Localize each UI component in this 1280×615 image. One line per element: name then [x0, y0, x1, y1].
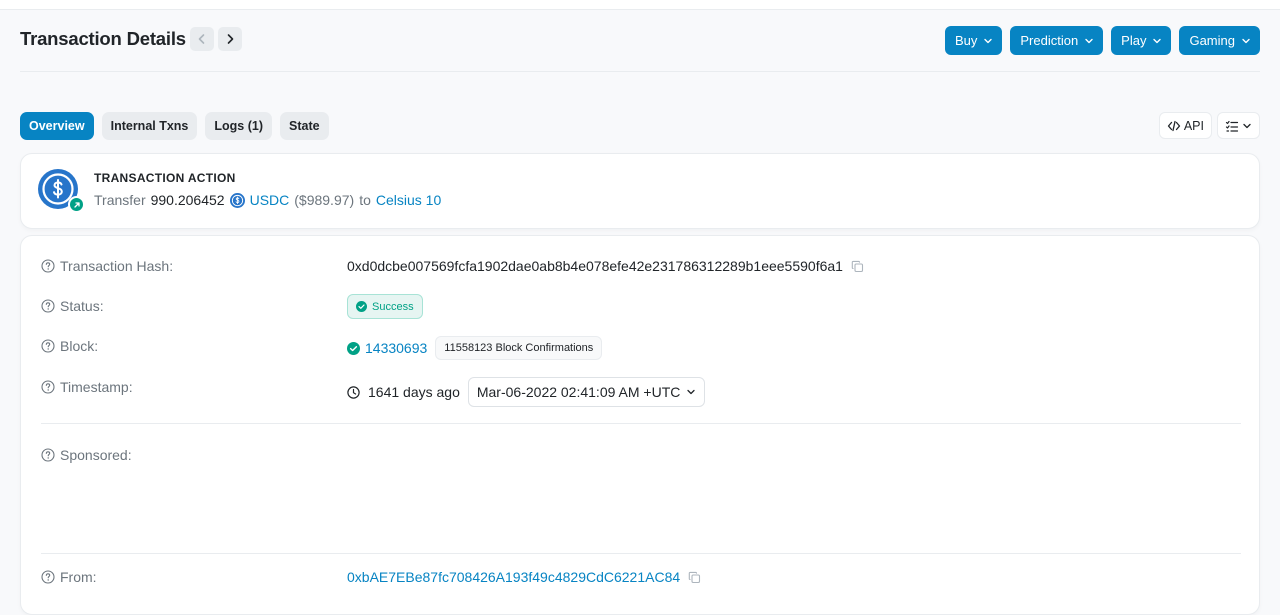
question-circle-icon[interactable] [41, 339, 55, 353]
to-word: to [359, 192, 371, 208]
check-circle-icon [347, 341, 360, 355]
timestamp-age: 1641 days ago [368, 384, 460, 400]
timestamp-text: Mar-06-2022 02:41:09 AM +UTC [476, 384, 681, 400]
menu-label: Play [1121, 33, 1147, 48]
status-text: Success [372, 300, 414, 313]
confirmations-badge: 11558123 Block Confirmations [435, 336, 603, 360]
list-check-icon [1225, 120, 1239, 132]
question-circle-icon[interactable] [41, 380, 55, 394]
usd-value: ($989.97) [294, 192, 355, 208]
tab-overview[interactable]: Overview [20, 112, 94, 140]
transfer-amount: 990.206452 [150, 192, 225, 208]
block-number-link[interactable]: 14330693 [347, 340, 427, 356]
clock-icon [347, 385, 360, 399]
api-button[interactable]: API [1158, 112, 1212, 139]
top-bar [0, 0, 1280, 10]
outgoing-arrow-icon [68, 196, 85, 213]
block-label-group: Block: [41, 338, 98, 354]
chevron-down-icon [1153, 38, 1162, 43]
question-circle-icon[interactable] [41, 448, 55, 462]
tab-internal-txns[interactable]: Internal Txns [101, 112, 198, 140]
question-circle-icon[interactable] [41, 259, 55, 273]
page-title: Transaction Details [20, 28, 186, 49]
section-divider [41, 553, 1241, 554]
play-menu-button[interactable]: Play [1111, 26, 1172, 55]
status-badge: Success [347, 294, 423, 319]
prediction-menu-button[interactable]: Prediction [1010, 26, 1104, 55]
code-icon [1167, 120, 1180, 131]
timestamp-label: Timestamp: [60, 379, 133, 395]
chevron-down-icon [1085, 38, 1093, 43]
transaction-hash: 0xd0dcbe007569fcfa1902dae0ab8b4e078efe42… [347, 258, 843, 274]
previous-transaction-button[interactable] [190, 27, 214, 51]
sponsored-label: Sponsored: [60, 447, 132, 463]
section-divider [41, 423, 1241, 424]
next-transaction-button[interactable] [218, 27, 242, 51]
tab-state[interactable]: State [280, 112, 329, 140]
page-header: Transaction Details Buy Prediction Play … [20, 26, 1260, 56]
block-label: Block: [60, 338, 99, 354]
usdc-small-icon [229, 192, 245, 208]
hash-value-group: 0xd0dcbe007569fcfa1902dae0ab8b4e078efe42… [347, 258, 864, 274]
buy-menu-button[interactable]: Buy [944, 26, 1003, 55]
tab-logs[interactable]: Logs (1) [205, 112, 272, 140]
transaction-details-card: Transaction Hash: 0xd0dcbe007569fcfa1902… [20, 235, 1260, 615]
more-options-button[interactable] [1217, 112, 1260, 139]
recipient-link[interactable]: Celsius 10 [376, 192, 441, 208]
from-value-group: 0xbAE7EBe87fc708426A193f49c4829CdC6221AC… [347, 569, 701, 585]
menu-label: Buy [954, 33, 978, 48]
menu-label: Gaming [1189, 33, 1235, 48]
copy-icon[interactable] [688, 571, 701, 584]
check-circle-icon [356, 301, 367, 312]
block-number: 14330693 [365, 340, 428, 356]
action-verb: Transfer [94, 192, 146, 208]
detail-tabs: Overview Internal Txns Logs (1) State [20, 112, 329, 140]
timestamp-label-group: Timestamp: [41, 379, 133, 395]
header-menus: Buy Prediction Play Gaming [944, 26, 1260, 55]
chevron-left-icon [198, 34, 205, 44]
timestamp-format-select[interactable]: Mar-06-2022 02:41:09 AM +UTC [467, 377, 706, 407]
chevron-down-icon [687, 389, 696, 395]
status-label-group: Status: [41, 298, 104, 314]
header-divider [20, 71, 1260, 72]
question-circle-icon[interactable] [41, 570, 55, 584]
api-label: API [1183, 118, 1204, 133]
from-label-group: From: [41, 569, 97, 585]
status-label: Status: [60, 298, 104, 314]
from-label: From: [60, 569, 97, 585]
timestamp-value-group: 1641 days ago Mar-06-2022 02:41:09 AM +U… [347, 377, 706, 407]
question-circle-icon[interactable] [41, 299, 55, 313]
token-link[interactable]: USDC [250, 192, 290, 208]
chevron-right-icon [227, 34, 234, 44]
transaction-action-title: TRANSACTION ACTION [94, 171, 236, 185]
from-address-link[interactable]: 0xbAE7EBe87fc708426A193f49c4829CdC6221AC… [347, 569, 680, 585]
block-value-group: 14330693 11558123 Block Confirmations [347, 336, 603, 360]
transaction-action-card: TRANSACTION ACTION Transfer 990.206452 U… [20, 153, 1260, 229]
sponsored-label-group: Sponsored: [41, 447, 132, 463]
gaming-menu-button[interactable]: Gaming [1179, 26, 1260, 55]
chevron-down-icon [984, 38, 993, 43]
transaction-action-summary: Transfer 990.206452 USDC ($989.97) to Ce… [94, 192, 441, 208]
chevron-down-icon [1242, 38, 1250, 43]
menu-label: Prediction [1020, 33, 1079, 48]
hash-label-group: Transaction Hash: [41, 258, 173, 274]
copy-icon[interactable] [851, 260, 864, 273]
status-value-group: Success [347, 294, 423, 319]
hash-label: Transaction Hash: [60, 258, 174, 274]
chevron-down-icon [1243, 123, 1251, 128]
tab-tools: API [1158, 112, 1260, 139]
